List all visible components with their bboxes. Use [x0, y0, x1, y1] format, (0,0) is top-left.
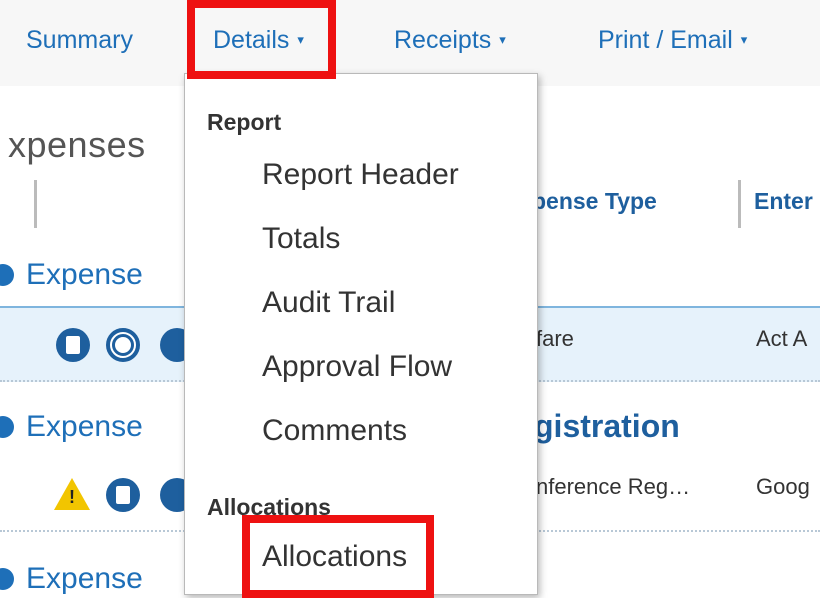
expense-group-label: Expense [26, 410, 143, 443]
chevron-down-icon: ▾ [740, 32, 748, 47]
allocation-pie-icon[interactable] [106, 328, 140, 362]
cell-expense-type: fare [536, 326, 574, 351]
menu-section-report: Report [207, 109, 282, 135]
cell-expense-type: nference Reg… [536, 474, 691, 499]
highlight-box-details [187, 0, 336, 79]
page-title: xpenses [8, 124, 146, 165]
expense-group-heading: gistration [534, 408, 680, 444]
warning-icon[interactable]: ! [54, 478, 90, 510]
column-header-entered[interactable]: Enter [754, 188, 813, 215]
expense-group-label: Expense [26, 562, 143, 595]
cell-entered: Act A [756, 326, 808, 351]
collapse-icon [0, 416, 14, 438]
column-divider[interactable] [34, 180, 37, 228]
expense-group-toggle[interactable]: Expense [0, 410, 143, 444]
nav-print-email-label: Print / Email [598, 26, 733, 54]
highlight-box-allocations [242, 515, 434, 598]
receipt-icon[interactable] [56, 328, 90, 362]
menu-item-audit-trail[interactable]: Audit Trail [262, 286, 395, 320]
receipt-icon[interactable] [106, 478, 140, 512]
nav-print-email[interactable]: Print / Email ▾ [598, 26, 747, 55]
collapse-icon [0, 264, 14, 286]
nav-receipts[interactable]: Receipts ▾ [394, 26, 506, 55]
column-divider[interactable] [738, 180, 741, 228]
column-header-expense-type[interactable]: pense Type [532, 188, 657, 215]
nav-receipts-label: Receipts [394, 26, 492, 54]
menu-item-report-header[interactable]: Report Header [262, 158, 459, 192]
nav-summary-label: Summary [26, 26, 133, 54]
expense-group-label: Expense [26, 258, 143, 291]
menu-item-comments[interactable]: Comments [262, 414, 407, 448]
expense-group-toggle[interactable]: Expense [0, 562, 143, 596]
nav-summary[interactable]: Summary [26, 26, 133, 55]
cell-entered: Goog [756, 474, 810, 499]
menu-item-approval-flow[interactable]: Approval Flow [262, 350, 452, 384]
chevron-down-icon: ▾ [499, 32, 506, 47]
collapse-icon [0, 568, 14, 590]
menu-item-totals[interactable]: Totals [262, 222, 340, 256]
expense-group-toggle[interactable]: Expense [0, 258, 143, 292]
